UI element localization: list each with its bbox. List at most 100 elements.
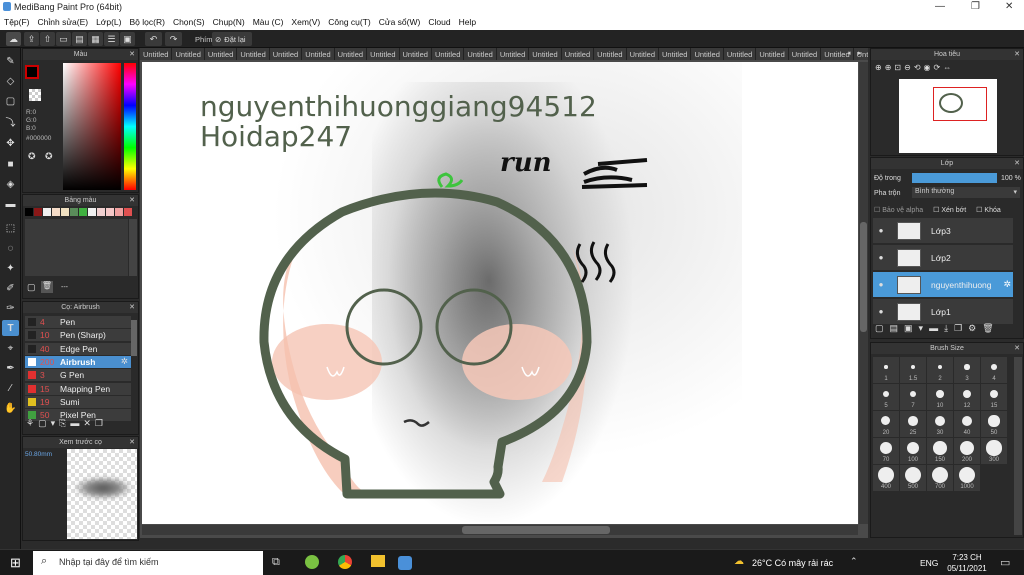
brush-size-option[interactable]: 2 [927,357,953,383]
brush-item[interactable]: 10 Pen (Sharp) [25,329,131,343]
shape-tool-icon[interactable]: ■ [2,156,19,172]
gear-icon[interactable]: ✲ [121,356,128,367]
delete-layer-icon[interactable]: 🗑 [982,323,993,334]
brush-size-scrollbar[interactable] [1014,357,1022,535]
menu-select[interactable]: Chọn(S) [169,15,209,30]
zoom-out-icon[interactable]: ⊖ [904,63,911,72]
brush-size-option[interactable]: 4 [981,357,1007,383]
reset-button[interactable]: ⊘ Đặt lại [212,32,252,46]
document-tab[interactable]: Untitled [205,48,238,60]
layer-settings-icon[interactable]: ⚙ [968,323,976,334]
alpha-protect-checkbox[interactable]: ☐ Bảo vệ alpha [874,206,923,214]
brush-size-option[interactable]: 30 [927,411,953,437]
language-indicator[interactable]: ENG [920,558,938,568]
opacity-slider[interactable] [912,173,997,183]
brush-menu-icon[interactable]: ▾ [51,418,56,429]
text-tool-icon[interactable]: T [2,320,19,336]
add-layer-menu-icon[interactable]: ▾ [919,323,924,334]
vertical-scroll-thumb[interactable] [860,222,867,332]
hue-slider[interactable] [124,63,136,190]
brush-size-option[interactable]: 100 [900,438,926,464]
minimize-button[interactable]: — [935,1,945,12]
windows-start-icon[interactable]: ⊞ [10,555,21,571]
menu-window[interactable]: Cửa sổ(W) [375,15,425,30]
palette-swatch[interactable] [34,208,42,216]
close-icon[interactable]: ✕ [129,302,135,313]
brush-size-option[interactable]: 50 [981,411,1007,437]
color-wheel-icon[interactable]: ✪ [28,151,36,162]
zoom-in-icon[interactable]: ⊕ [885,63,892,72]
delete-brush-icon[interactable]: ✕ [83,418,91,429]
vertical-scrollbar[interactable] [859,62,868,524]
grid-icon[interactable]: ▦ [88,32,103,46]
document-tab[interactable]: Untitled [367,48,400,60]
palette-swatch[interactable] [106,208,114,216]
palette-swatch[interactable] [97,208,105,216]
brush-size-option[interactable]: 5 [873,384,899,410]
brush-size-option[interactable]: 12 [954,384,980,410]
lasso-icon[interactable]: ⤵ [2,113,19,129]
brush-size-option[interactable]: 300 [981,438,1007,464]
document-tab[interactable]: Untitled [400,48,432,60]
save-icon[interactable]: ⇪ [24,32,39,46]
brush-item[interactable]: 4 Pen [25,316,131,329]
palette-swatch[interactable] [61,208,69,216]
lock-checkbox[interactable]: ☐ Khóa [976,206,1001,214]
brush-scrollbar[interactable] [131,320,137,356]
gradient-tool-icon[interactable]: ▬ [2,196,19,212]
menu-layer[interactable]: Lớp(L) [92,15,125,30]
list-icon[interactable]: ☰ [104,32,119,46]
layer-item[interactable]: ● Lớp2 [873,245,1013,271]
merge-icon[interactable]: ⤓ [944,323,948,334]
delete-icon[interactable]: 🗑 [41,281,53,293]
brush-size-option[interactable]: 400 [873,465,899,491]
menu-filter[interactable]: Bộ lọc(R) [126,15,169,30]
brush-item[interactable]: 40 Edge Pen [25,342,131,356]
palette-swatch[interactable] [115,208,123,216]
operation-tool-icon[interactable]: ⌖ [2,340,19,356]
duplicate-layer-icon[interactable]: ❐ [954,323,962,334]
document-tab[interactable]: Untitled [237,48,270,60]
palette-swatch[interactable] [52,208,60,216]
clipping-checkbox[interactable]: ☐ Xén bớt [933,206,966,214]
document-tab[interactable]: Untitled [562,48,595,60]
brush-item[interactable]: 3 G Pen [25,369,131,383]
layer-item[interactable]: ● Lớp1 [873,299,1013,325]
palette-swatch[interactable] [43,208,51,216]
fill-tool-icon[interactable]: ◈ [2,176,19,192]
rect-select-icon[interactable]: ▢ [2,93,19,109]
brush-size-option[interactable]: 700 [927,465,953,491]
new-palette-icon[interactable]: ▢ [27,282,36,293]
layer-item[interactable]: ● Lớp3 [873,218,1013,244]
foreground-color-swatch[interactable] [25,65,39,79]
brush-item[interactable]: 15 Mapping Pen [25,382,131,396]
add-brush-icon[interactable]: ▢ [38,418,47,429]
duplicate-icon[interactable]: ❐ [95,418,103,429]
close-icon[interactable]: ✕ [1014,49,1020,60]
eyedropper-icon[interactable]: ⁄ [2,380,19,396]
brush-item[interactable]: 200 Airbrush ✲ [25,355,131,369]
visibility-icon[interactable]: ● [873,226,889,235]
document-tab[interactable]: Untitled [756,48,789,60]
brush-size-option[interactable]: 15 [981,384,1007,410]
zoom-reset-icon[interactable]: ⊡ [894,63,901,72]
new-raster-icon[interactable]: ▤ [890,323,899,334]
brush-size-option[interactable]: 10 [927,384,953,410]
chrome-icon[interactable] [338,555,352,569]
eraser-tool-icon[interactable]: ◇ [2,73,19,89]
magic-wand-icon[interactable]: ✦ [2,260,19,276]
medibang-taskbar-icon[interactable] [398,556,412,570]
redo-icon[interactable]: ↷ [165,32,182,46]
brush-size-option[interactable]: 25 [900,411,926,437]
rotate-reset-icon[interactable]: ◉ [924,63,931,72]
task-view-icon[interactable]: ⧉ [272,556,280,569]
brush-tool-icon[interactable]: ✎ [2,53,19,69]
brush-size-option[interactable]: 1000 [954,465,980,491]
horizontal-scrollbar[interactable] [142,525,858,535]
maximize-button[interactable]: ❐ [971,1,980,12]
color-picker-icon[interactable]: ✪ [45,151,53,162]
visibility-icon[interactable]: ● [873,280,889,289]
app-icon-1[interactable] [305,555,319,569]
document-tab[interactable]: Untitled [627,48,659,60]
palette-swatch[interactable] [124,208,132,216]
